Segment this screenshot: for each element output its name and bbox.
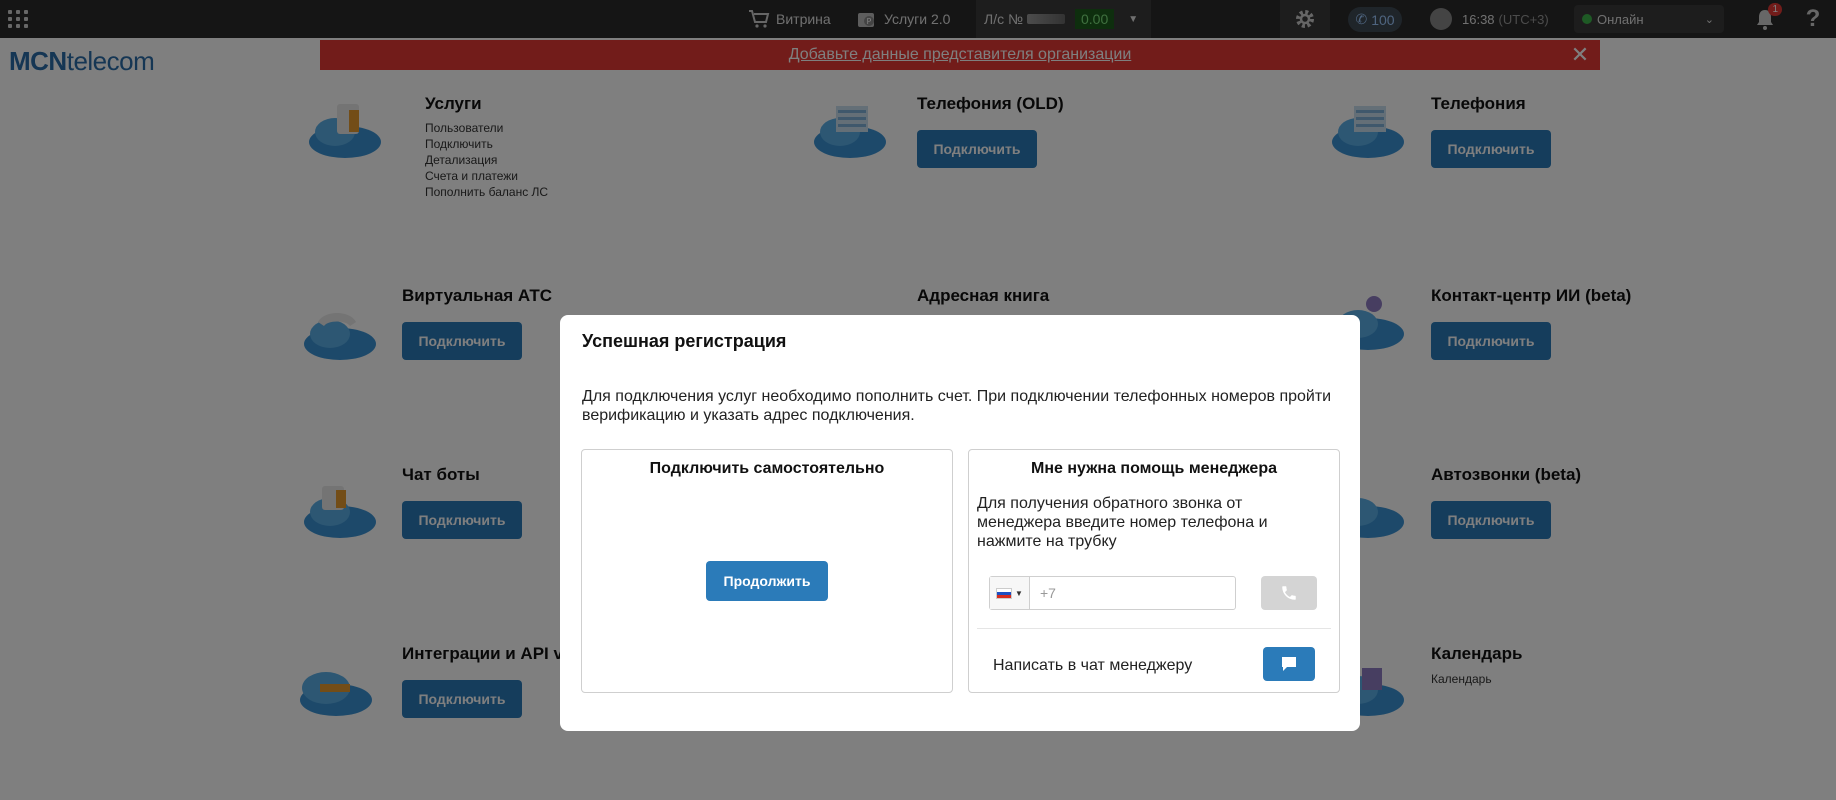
country-code-select[interactable]: ▼ [990,577,1030,609]
manager-help-panel: Мне нужна помощь менеджера Для получения… [968,449,1340,693]
manager-help-heading: Мне нужна помощь менеджера [1030,460,1277,477]
phone-field: ▼ [989,576,1236,610]
manager-help-text: Для получения обратного звонка от менедж… [977,495,1268,550]
callback-button[interactable] [1261,576,1317,610]
chat-bubble-icon [1282,657,1296,671]
registration-success-modal: Успешная регистрация Для подключения усл… [560,315,1360,731]
phone-input[interactable] [1030,577,1235,609]
self-connect-panel: Подключить самостоятельно Продолжить [581,449,953,693]
russia-flag-icon [996,587,1013,599]
modal-description: Для подключения услуг необходимо пополни… [582,388,1332,424]
modal-title: Успешная регистрация [582,331,787,351]
separator [977,628,1331,629]
chat-manager-label: Написать в чат менеджеру [993,657,1193,674]
self-connect-heading: Подключить самостоятельно [649,460,885,477]
phone-handset-icon [1282,586,1296,600]
caret-down-icon: ▼ [1015,588,1023,598]
continue-button[interactable]: Продолжить [706,561,828,601]
chat-manager-button[interactable] [1263,647,1315,681]
